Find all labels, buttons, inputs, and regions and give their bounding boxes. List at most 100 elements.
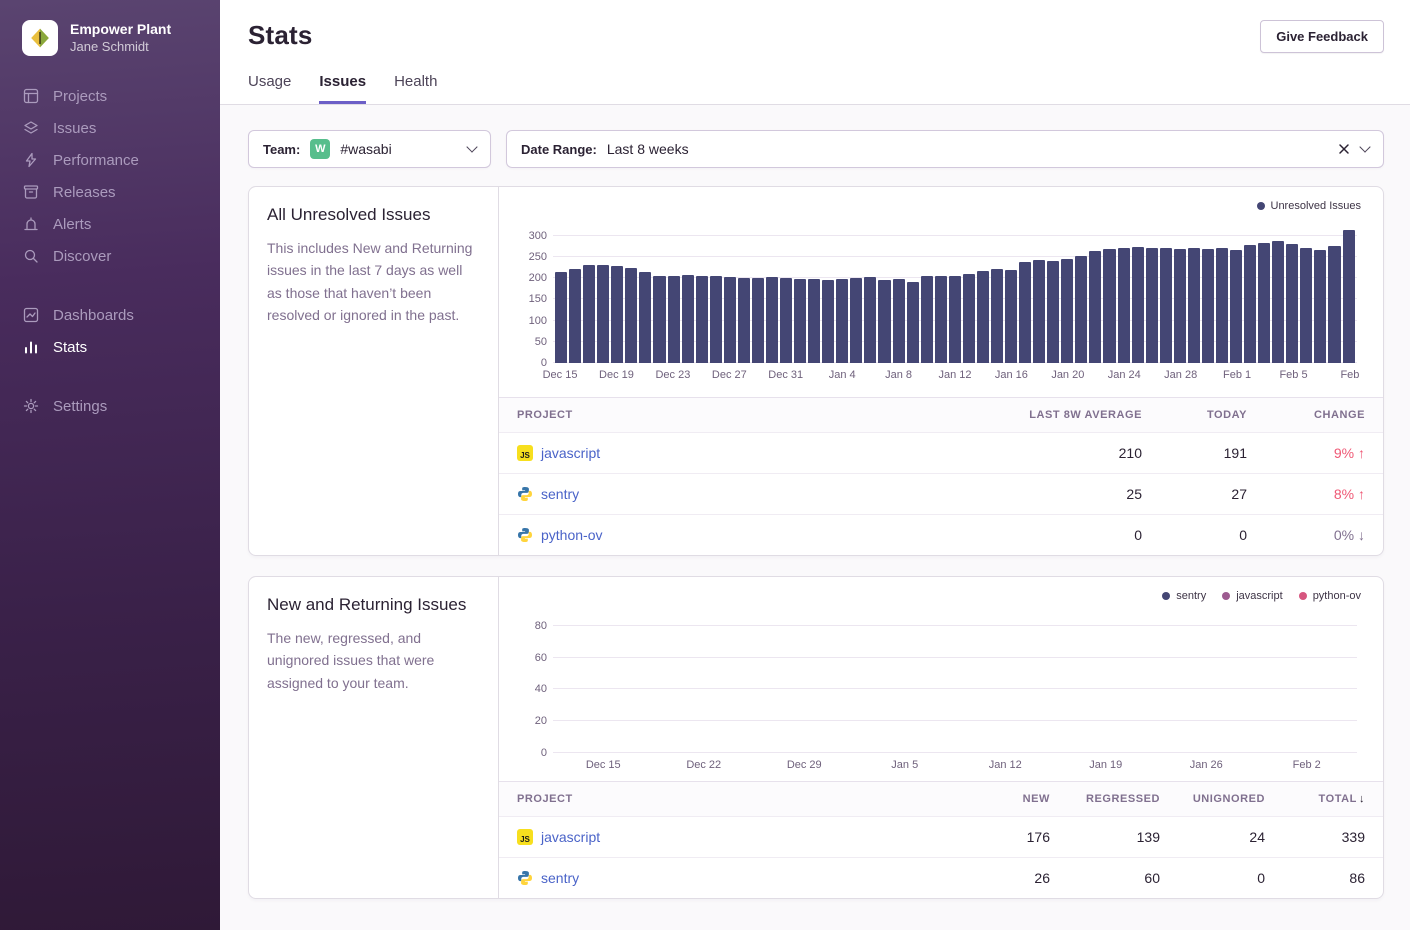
dashboards-icon	[22, 306, 40, 324]
unresolved-bar	[977, 271, 989, 363]
new-returning-table: PROJECT NEW REGRESSED UNIGNORED TOTAL↓ J…	[499, 781, 1383, 898]
column-header: UNIGNORED	[1160, 793, 1265, 805]
tab-usage[interactable]: Usage	[248, 73, 291, 104]
table-row: python-ov 0 0 0% ↓	[499, 514, 1383, 555]
sidebar-item-discover[interactable]: Discover	[0, 240, 220, 272]
change-value: 0% ↓	[1247, 527, 1365, 543]
unresolved-table: PROJECT LAST 8W AVERAGE TODAY CHANGE JS …	[499, 397, 1383, 555]
legend-item[interactable]: Unresolved Issues	[1257, 200, 1362, 212]
project-link[interactable]: python-ov	[541, 527, 602, 543]
sidebar-item-dashboards[interactable]: Dashboards	[0, 299, 220, 331]
project-link[interactable]: javascript	[541, 829, 600, 845]
date-range-value: Last 8 weeks	[607, 141, 689, 157]
javascript-platform-icon: JS	[517, 445, 533, 461]
unresolved-chart-plot: 050100150200250300	[553, 223, 1357, 363]
sidebar-item-issues[interactable]: Issues	[0, 112, 220, 144]
legend-item[interactable]: python-ov	[1299, 590, 1361, 602]
tab-issues[interactable]: Issues	[319, 73, 366, 104]
unresolved-bar	[1089, 251, 1101, 363]
clear-icon[interactable]	[1337, 142, 1351, 156]
sidebar-item-label: Settings	[53, 398, 107, 415]
org-user: Jane Schmidt	[70, 39, 171, 56]
project-link[interactable]: sentry	[541, 870, 579, 886]
unresolved-bar	[850, 278, 862, 363]
column-header-total-sort[interactable]: TOTAL↓	[1265, 793, 1365, 805]
team-avatar: W	[310, 139, 330, 159]
avg-value: 210	[952, 445, 1142, 461]
project-link[interactable]: sentry	[541, 486, 579, 502]
unresolved-bar	[878, 280, 890, 363]
sidebar-item-label: Releases	[53, 184, 116, 201]
unresolved-bar	[668, 276, 680, 363]
unresolved-bar	[1328, 246, 1340, 363]
stats-icon	[22, 338, 40, 356]
unresolved-bar	[991, 269, 1003, 363]
sidebar-item-label: Discover	[53, 248, 111, 265]
panel-description: The new, regressed, and unignored issues…	[267, 627, 480, 694]
unresolved-bar	[949, 276, 961, 363]
unresolved-bar	[864, 277, 876, 363]
unresolved-bar	[1005, 270, 1017, 363]
unresolved-bar	[1033, 260, 1045, 363]
sidebar-section-gap	[0, 272, 220, 299]
unresolved-bar	[1075, 256, 1087, 363]
panel-title: All Unresolved Issues	[267, 205, 480, 225]
sidebar-section-gap	[0, 363, 220, 390]
sidebar-item-alerts[interactable]: Alerts	[0, 208, 220, 240]
unresolved-bar	[1146, 248, 1158, 363]
sidebar-item-releases[interactable]: Releases	[0, 176, 220, 208]
unresolved-bar	[1244, 245, 1256, 363]
column-header: TODAY	[1142, 409, 1247, 421]
chevron-down-icon[interactable]	[1359, 141, 1370, 152]
sidebar-item-label: Performance	[53, 152, 139, 169]
unresolved-bar	[1174, 249, 1186, 363]
legend-item[interactable]: javascript	[1222, 590, 1282, 602]
unresolved-bar	[653, 276, 665, 363]
sidebar: Empower Plant Jane Schmidt Projects Issu…	[0, 0, 220, 930]
page-header: Stats Give Feedback Usage Issues Health	[220, 0, 1410, 105]
unresolved-chart: Unresolved Issues 050100150200250300 Dec…	[499, 187, 1383, 397]
new-value: 176	[930, 829, 1050, 845]
give-feedback-button[interactable]: Give Feedback	[1260, 20, 1384, 53]
unresolved-bar	[963, 274, 975, 364]
project-link[interactable]: javascript	[541, 445, 600, 461]
team-selector[interactable]: Team: W #wasabi	[248, 130, 491, 168]
unresolved-bar	[1258, 243, 1270, 363]
team-label: Team:	[263, 142, 300, 157]
unresolved-bar	[766, 277, 778, 363]
new-value: 26	[930, 870, 1050, 886]
column-header: PROJECT	[517, 793, 930, 805]
org-switcher[interactable]: Empower Plant Jane Schmidt	[0, 0, 220, 80]
sidebar-item-settings[interactable]: Settings	[0, 390, 220, 422]
unresolved-bar	[1160, 248, 1172, 363]
panel-description-column: New and Returning Issues The new, regres…	[249, 577, 499, 898]
unresolved-bar	[569, 269, 581, 363]
table-row: JS javascript 176 139 24 339	[499, 816, 1383, 857]
sidebar-item-projects[interactable]: Projects	[0, 80, 220, 112]
unresolved-bar	[935, 276, 947, 363]
unresolved-bar	[1272, 241, 1284, 363]
unresolved-bar	[893, 279, 905, 363]
table-header-row: PROJECT NEW REGRESSED UNIGNORED TOTAL↓	[499, 782, 1383, 816]
panel-description-column: All Unresolved Issues This includes New …	[249, 187, 499, 555]
unresolved-bar	[1188, 248, 1200, 363]
sidebar-item-performance[interactable]: Performance	[0, 144, 220, 176]
sidebar-item-stats[interactable]: Stats	[0, 331, 220, 363]
total-value: 86	[1265, 870, 1365, 886]
date-range-selector[interactable]: Date Range: Last 8 weeks	[506, 130, 1384, 168]
org-logo	[22, 20, 58, 56]
unignored-value: 24	[1160, 829, 1265, 845]
new-returning-chart-xlabels: Dec 15Dec 22Dec 29Jan 5Jan 12Jan 19Jan 2…	[553, 759, 1357, 771]
unresolved-bar	[1103, 249, 1115, 363]
stats-tabs: Usage Issues Health	[248, 73, 1384, 104]
unresolved-bar	[921, 276, 933, 363]
column-header: NEW	[930, 793, 1050, 805]
team-value: #wasabi	[340, 141, 391, 157]
regressed-value: 60	[1050, 870, 1160, 886]
performance-icon	[22, 151, 40, 169]
table-row: sentry 26 60 0 86	[499, 857, 1383, 898]
tab-health[interactable]: Health	[394, 73, 437, 104]
unresolved-bar	[794, 279, 806, 363]
column-header: REGRESSED	[1050, 793, 1160, 805]
legend-item[interactable]: sentry	[1162, 590, 1206, 602]
